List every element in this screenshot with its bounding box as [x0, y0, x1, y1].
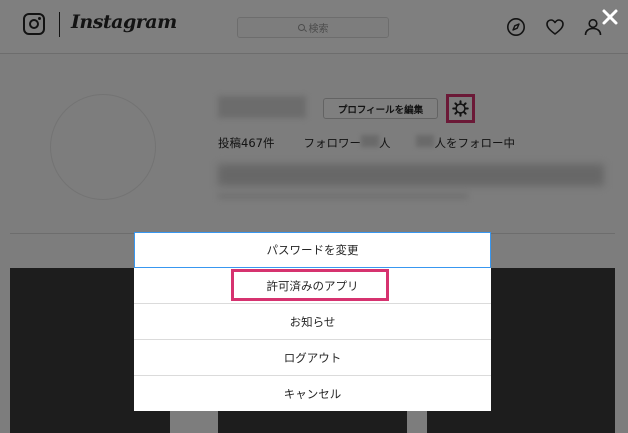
notifications-button[interactable]: お知らせ [134, 304, 491, 340]
change-password-button[interactable]: パスワードを変更 [134, 232, 491, 268]
close-icon[interactable] [601, 8, 619, 26]
cancel-button[interactable]: キャンセル [134, 376, 491, 412]
settings-menu-dialog: パスワードを変更 許可済みのアプリ お知らせ ログアウト キャンセル [134, 232, 491, 411]
authorized-apps-highlight-box [231, 269, 389, 301]
logout-button[interactable]: ログアウト [134, 340, 491, 376]
